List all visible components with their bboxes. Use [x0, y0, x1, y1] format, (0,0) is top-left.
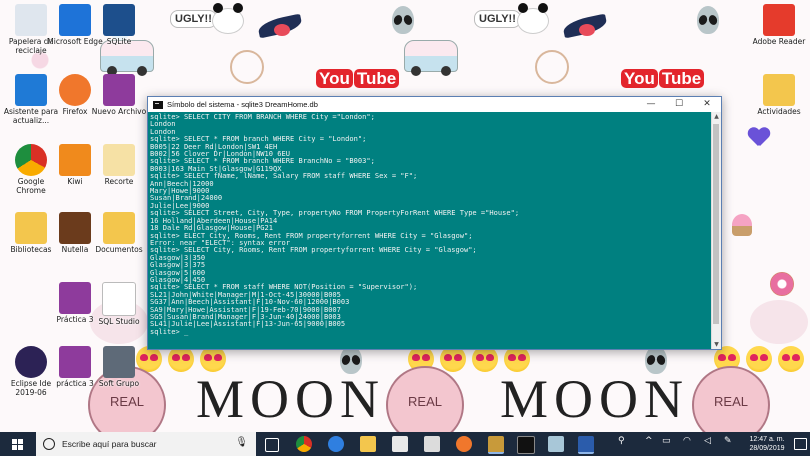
maximize-button[interactable]: ☐ [665, 97, 693, 112]
recycle-bin-icon [15, 4, 47, 36]
heart-eyes-emoji [746, 346, 772, 372]
file-explorer-icon[interactable] [360, 436, 376, 452]
alien-sticker [392, 6, 414, 34]
word-icon[interactable] [578, 436, 594, 454]
alien-sticker-2 [697, 6, 719, 34]
desktop-icon-actividades[interactable]: Actividades [750, 74, 808, 116]
taskbar-clock[interactable]: 12:47 a. m. 28/09/2019 [745, 435, 789, 453]
dreamcatcher-sticker [230, 50, 264, 84]
windows-update-icon [15, 74, 47, 106]
ugly-bubble: UGLY!! [170, 10, 217, 28]
desktop-icon-sql-studio[interactable]: SQL Studio [90, 282, 148, 326]
desktop-icon-documentos[interactable]: Documentos [90, 212, 148, 254]
winrar-icon [59, 346, 91, 378]
real-circle-sticker-3: REAL [692, 366, 770, 432]
folder-icon [763, 74, 795, 106]
notifications-icon[interactable] [794, 438, 807, 450]
desktop-icon-sqlite[interactable]: SQLite [90, 4, 148, 46]
sqlite-icon [103, 4, 135, 36]
chrome-icon [15, 144, 47, 176]
store-icon[interactable] [392, 436, 408, 452]
moon-lettering-2: MOON [500, 369, 690, 429]
minimize-button[interactable]: — [637, 97, 665, 112]
jar-icon [59, 212, 91, 244]
wifi-icon[interactable]: ◠ [683, 436, 691, 446]
ugly-bubble-2: UGLY!! [474, 10, 521, 28]
people-icon[interactable]: ⚲ [618, 436, 625, 446]
close-button[interactable]: ✕ [693, 97, 721, 112]
desktop-icon-bibliotecas[interactable]: Bibliotecas [2, 212, 60, 254]
app-icon [59, 144, 91, 176]
folder-icon [15, 212, 47, 244]
swallow-bird-sticker [258, 14, 304, 40]
winrar-icon [103, 74, 135, 106]
pink-splash-sticker [750, 300, 808, 344]
window-titlebar[interactable]: Símbolo del sistema - sqlite3 DreamHome.… [148, 97, 721, 112]
console-app-icon [153, 100, 163, 109]
window-title: Símbolo del sistema - sqlite3 DreamHome.… [167, 100, 318, 109]
chrome-icon[interactable] [296, 436, 312, 452]
vertical-scrollbar[interactable]: ▲ ▼ [711, 112, 721, 349]
archive-icon [103, 346, 135, 378]
taskbar-search-box[interactable]: Escribe aquí para buscar 🎙 [36, 432, 256, 456]
cortana-icon [43, 438, 55, 450]
firefox-icon [59, 74, 91, 106]
volume-icon[interactable]: ◁ [704, 436, 711, 446]
donut-sticker [770, 272, 794, 296]
clock-time: 12:47 a. m. [749, 436, 785, 443]
notes-icon[interactable] [548, 436, 564, 452]
dreamcatcher-sticker-2 [535, 50, 569, 84]
purple-heart-sticker [748, 128, 770, 148]
youtube-logo: You Tube [315, 68, 400, 90]
scroll-down-icon[interactable]: ▼ [712, 340, 721, 349]
desktop-icon-recorte[interactable]: Recorte [90, 144, 148, 186]
winrar-icon [59, 282, 91, 314]
search-placeholder: Escribe aquí para buscar [62, 439, 157, 449]
console-output[interactable]: sqlite> SELECT CITY FROM BRANCH WHERE Ci… [148, 112, 712, 349]
pdf-icon [763, 4, 795, 36]
youtube-logo-2: You Tube [620, 68, 705, 90]
chevron-up-icon[interactable]: ^ [645, 436, 653, 446]
eclipse-icon [15, 346, 47, 378]
van-sticker [404, 40, 458, 76]
network-icon[interactable]: ▭ [662, 436, 671, 446]
youtube-tube-label: Tube [353, 69, 400, 88]
real-circle-sticker-2: REAL [386, 366, 464, 432]
youtube-tube-label-2: Tube [658, 69, 705, 88]
swallow-bird-sticker-2 [563, 14, 609, 40]
cupcake-sticker [732, 214, 752, 236]
scrollbar-thumb[interactable] [713, 124, 719, 324]
edge-icon [59, 4, 91, 36]
terminal-icon[interactable] [517, 436, 535, 454]
microphone-icon[interactable]: 🎙 [235, 437, 248, 448]
document-icon [102, 282, 136, 316]
music-icon [103, 144, 135, 176]
clock-date: 28/09/2019 [749, 445, 785, 452]
desktop-icon-adobe[interactable]: Adobe Reader [750, 4, 808, 46]
app-icon[interactable] [488, 436, 504, 454]
panda-sticker-2 [517, 3, 549, 34]
moon-lettering: MOON [196, 369, 386, 429]
taskbar: Escribe aquí para buscar 🎙 ⚲ ^ ▭ ◠ ◁ ✎ 1… [0, 432, 810, 456]
desktop-icon-soft-grupo[interactable]: Soft Grupo [90, 346, 148, 388]
panda-sticker [212, 3, 244, 34]
folder-icon [103, 212, 135, 244]
start-button[interactable] [12, 439, 23, 450]
heart-eyes-emoji [778, 346, 804, 372]
scroll-up-icon[interactable]: ▲ [712, 112, 721, 121]
console-text: sqlite> SELECT CITY FROM BRANCH WHERE Ci… [150, 112, 520, 336]
language-icon[interactable]: ✎ [724, 436, 732, 446]
mail-icon[interactable] [424, 436, 440, 452]
desktop-icon-winrar[interactable]: Nuevo Archivo [90, 74, 148, 116]
firefox-icon[interactable] [456, 436, 472, 452]
command-prompt-window[interactable]: Símbolo del sistema - sqlite3 DreamHome.… [147, 96, 722, 350]
edge-icon[interactable] [328, 436, 344, 452]
task-view-icon[interactable] [265, 438, 279, 452]
